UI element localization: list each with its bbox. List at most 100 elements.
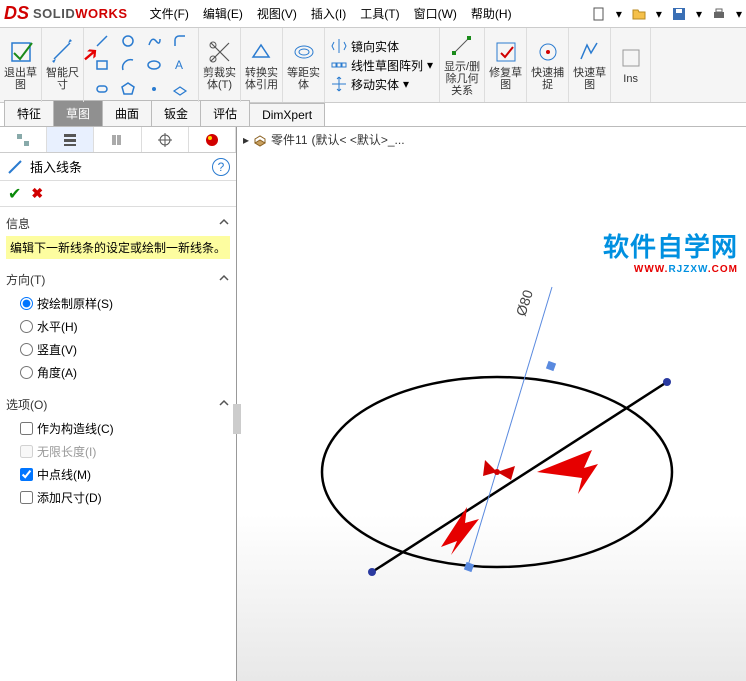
dimension-text[interactable]: Ø80 [513, 288, 536, 318]
pattern-icon [331, 57, 347, 73]
quick-snap-button[interactable]: 快速捕 捉 [527, 28, 569, 102]
rapid-sketch-button[interactable]: 快速草 图 [569, 28, 611, 102]
trim-entities-button[interactable]: 剪裁实 体(T) [199, 28, 241, 102]
dropdown-icon[interactable]: ▾ [403, 77, 409, 91]
panel-tab-config[interactable] [94, 127, 141, 152]
info-message: 编辑下一新线条的设定或绘制一新线条。 [6, 236, 230, 259]
plane-tool-button[interactable] [168, 78, 192, 100]
mirror-entities-button[interactable]: 镜向实体 [331, 38, 399, 55]
move-icon [331, 76, 347, 92]
feature-manager-panel: 插入线条 ? ✔ ✖ 信息 编辑下一新线条的设定或绘制一新线条。 方向(T) 按… [0, 127, 237, 681]
checkbox-construction[interactable]: 作为构造线(C) [20, 417, 230, 440]
circle-tool-button[interactable] [116, 30, 140, 52]
display-relations-button[interactable]: 显示/删 除几何 关系 [440, 28, 485, 102]
info-section: 信息 编辑下一新线条的设定或绘制一新线条。 [0, 207, 236, 263]
offset-entities-button[interactable]: 等距实 体 [283, 28, 325, 102]
cancel-button[interactable]: ✖ [31, 185, 43, 202]
direction-section-header[interactable]: 方向(T) [6, 267, 230, 292]
fillet-tool-button[interactable] [168, 30, 192, 52]
smart-dimension-button[interactable]: 智能尺 寸 [42, 28, 84, 102]
pattern-group: 镜向实体 线性草图阵列 ▾ 移动实体 ▾ [325, 28, 440, 102]
dropdown-icon[interactable]: ▾ [427, 58, 433, 72]
main-menu: 文件(F) 编辑(E) 视图(V) 插入(I) 工具(T) 窗口(W) 帮助(H… [144, 1, 532, 26]
spline-tool-button[interactable] [142, 30, 166, 52]
radio-angle[interactable]: 角度(A) [20, 361, 230, 384]
arc-tool-button[interactable] [116, 54, 140, 76]
tab-surface[interactable]: 曲面 [102, 100, 152, 126]
solidworks-icon: DS [4, 3, 29, 24]
tab-sketch[interactable]: 草图 [53, 100, 103, 126]
tab-sheetmetal[interactable]: 钣金 [151, 100, 201, 126]
convert-entities-button[interactable]: 转换实 体引用 [241, 28, 283, 102]
dim-handle[interactable] [546, 361, 556, 371]
slot-tool-button[interactable] [90, 78, 114, 100]
info-section-header[interactable]: 信息 [6, 211, 230, 236]
sketch-canvas: Ø80 [237, 127, 746, 681]
dim-handle[interactable] [464, 562, 474, 572]
dropdown-icon[interactable]: ▾ [616, 7, 622, 21]
svg-text:A: A [175, 58, 183, 72]
ribbon-toolbar: 退出草 图 智能尺 寸 ➔ A 剪裁实 体(T) 转换实 体引用 等距实 [0, 28, 746, 103]
menu-file[interactable]: 文件(F) [144, 1, 195, 26]
command-header: 插入线条 ? [0, 153, 236, 181]
dimension-line[interactable] [467, 287, 552, 569]
checkbox-midpoint[interactable]: 中点线(M) [20, 463, 230, 486]
sketch-tools-group: ➔ A [84, 28, 199, 102]
save-button[interactable] [668, 3, 690, 25]
point-tool-button[interactable] [142, 78, 166, 100]
panel-tab-appearance[interactable] [189, 127, 236, 152]
menu-tools[interactable]: 工具(T) [354, 1, 405, 26]
menu-help[interactable]: 帮助(H) [465, 1, 518, 26]
text-tool-button[interactable]: A [168, 54, 192, 76]
menu-search-icon[interactable] [520, 1, 532, 26]
ok-cancel-bar: ✔ ✖ [0, 181, 236, 207]
repair-sketch-button[interactable]: 修复草 图 [485, 28, 527, 102]
polygon-tool-button[interactable] [116, 78, 140, 100]
radio-as-sketched[interactable]: 按绘制原样(S) [20, 292, 230, 315]
tab-dimxpert[interactable]: DimXpert [249, 103, 325, 126]
panel-tab-feature-tree[interactable] [0, 127, 47, 152]
panel-tabs [0, 127, 236, 153]
exit-sketch-button[interactable]: 退出草 图 [0, 28, 42, 102]
help-button[interactable]: ? [212, 158, 230, 176]
tab-feature[interactable]: 特征 [4, 100, 54, 126]
chevron-up-icon [218, 272, 230, 287]
menu-view[interactable]: 视图(V) [251, 1, 303, 26]
checkbox-infinite: 无限长度(I) [20, 440, 230, 463]
line-endpoint[interactable] [663, 378, 671, 386]
move-entities-button[interactable]: 移动实体 ▾ [331, 76, 409, 93]
graphics-area[interactable]: ▸ 零件11 (默认< <默认>_... 软件自学网 WWW.RJZXW.COM… [237, 127, 746, 681]
title-bar: DS SOLIDWORKS 文件(F) 编辑(E) 视图(V) 插入(I) 工具… [0, 0, 746, 28]
options-section-header[interactable]: 选项(O) [6, 392, 230, 417]
instant-button[interactable]: Ins [611, 28, 651, 102]
sketch-origin[interactable] [494, 469, 500, 475]
options-section: 选项(O) 作为构造线(C) 无限长度(I) 中点线(M) 添加尺寸(D) [0, 388, 236, 513]
print-button[interactable] [708, 3, 730, 25]
ok-button[interactable]: ✔ [8, 184, 21, 204]
open-doc-button[interactable] [628, 3, 650, 25]
line-endpoint[interactable] [368, 568, 376, 576]
menu-insert[interactable]: 插入(I) [305, 1, 352, 26]
radio-horizontal[interactable]: 水平(H) [20, 315, 230, 338]
panel-tab-dimxpert[interactable] [142, 127, 189, 152]
dropdown-icon[interactable]: ▾ [696, 7, 702, 21]
main-area: 插入线条 ? ✔ ✖ 信息 编辑下一新线条的设定或绘制一新线条。 方向(T) 按… [0, 127, 746, 681]
dropdown-icon[interactable]: ▾ [736, 7, 742, 21]
quick-access-toolbar: ▾ ▾ ▾ ▾ [588, 3, 742, 25]
tab-evaluate[interactable]: 评估 [200, 100, 250, 126]
menu-edit[interactable]: 编辑(E) [197, 1, 249, 26]
checkbox-add-dim[interactable]: 添加尺寸(D) [20, 486, 230, 509]
chevron-up-icon [218, 216, 230, 231]
menu-window[interactable]: 窗口(W) [408, 1, 463, 26]
new-doc-button[interactable] [588, 3, 610, 25]
chevron-up-icon [218, 397, 230, 412]
mirror-icon [331, 38, 347, 54]
panel-tab-property-manager[interactable] [47, 127, 94, 152]
sketch-line[interactable] [372, 382, 667, 572]
dropdown-icon[interactable]: ▾ [656, 7, 662, 21]
linear-pattern-button[interactable]: 线性草图阵列 ▾ [331, 57, 433, 74]
app-name: SOLIDWORKS [33, 6, 128, 21]
radio-vertical[interactable]: 竖直(V) [20, 338, 230, 361]
ellipse-tool-button[interactable] [142, 54, 166, 76]
direction-section: 方向(T) 按绘制原样(S) 水平(H) 竖直(V) 角度(A) [0, 263, 236, 388]
